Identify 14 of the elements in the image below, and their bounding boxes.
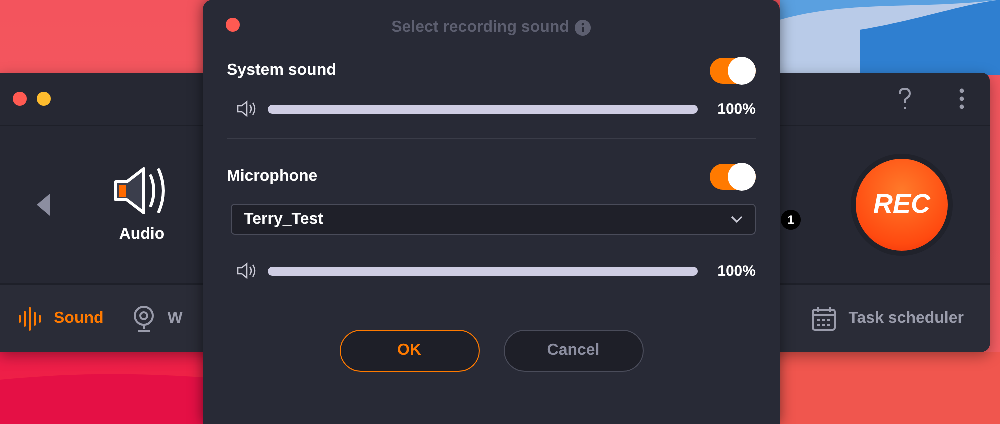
record-button[interactable]: REC <box>856 158 948 250</box>
mode-tab[interactable]: Task scheduler <box>810 302 964 336</box>
source-label: Microphone <box>227 168 318 186</box>
mode-tab[interactable]: W <box>132 302 183 336</box>
mode-tab[interactable]: Sound <box>18 302 104 336</box>
ok-button[interactable]: OK <box>340 330 480 372</box>
source-label: System sound <box>227 62 336 80</box>
device-dropdown[interactable]: Terry_Test <box>231 204 756 235</box>
volume-reading: 100% <box>716 262 756 280</box>
volume-reading: 100% <box>716 100 756 118</box>
count-badge: 1 <box>781 210 801 230</box>
mode-label: Audio <box>119 226 165 244</box>
cancel-button[interactable]: Cancel <box>504 330 644 372</box>
dialog-title: Select recording sound <box>392 18 570 36</box>
